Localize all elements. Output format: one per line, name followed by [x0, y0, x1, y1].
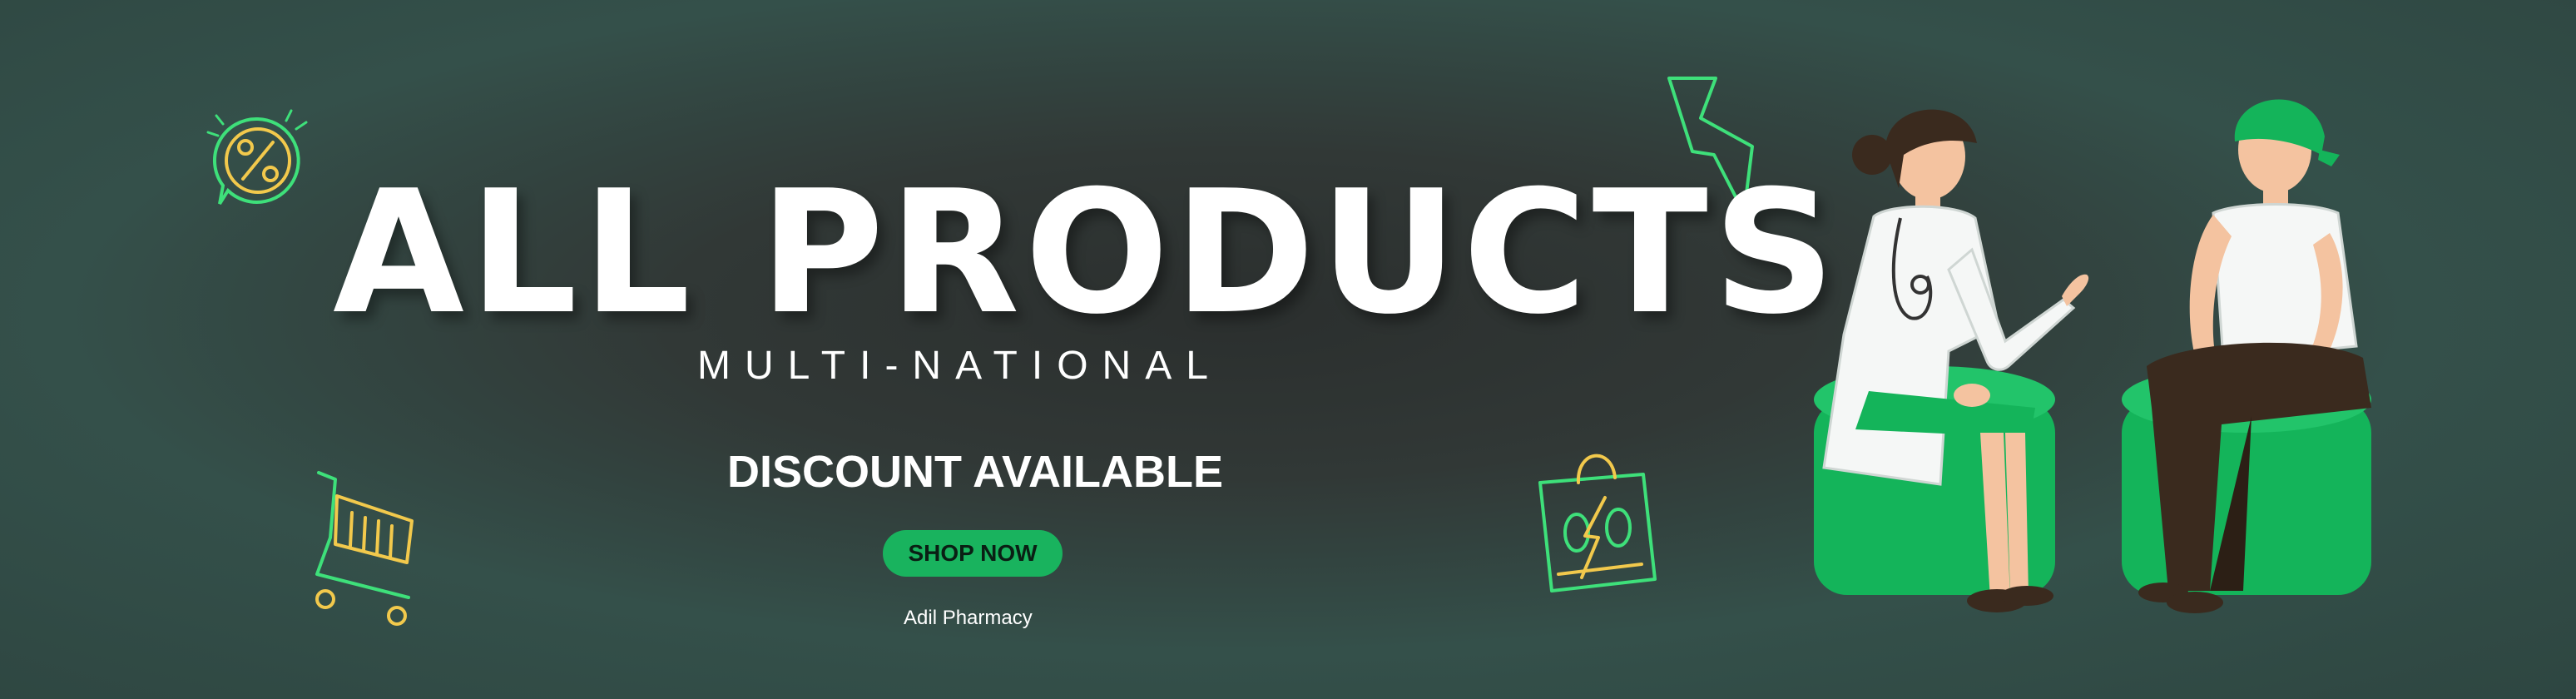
- shop-now-button[interactable]: SHOP NOW: [883, 530, 1063, 577]
- banner-subtitle: MULTI-NATIONAL: [697, 344, 1222, 388]
- percent-badge-icon: [206, 109, 308, 206]
- brand-name: Adil Pharmacy: [904, 607, 1033, 629]
- doctor-patient-illustration: [1814, 99, 2371, 613]
- banner-title: ALL PRODUCTS: [333, 155, 1840, 352]
- shopping-cart-icon: [315, 471, 414, 626]
- discount-bag-icon: [1538, 454, 1657, 592]
- discount-tagline: DISCOUNT AVAILABLE: [727, 447, 1223, 497]
- promo-banner: ALL PRODUCTS MULTI-NATIONAL DISCOUNT AVA…: [0, 0, 2576, 699]
